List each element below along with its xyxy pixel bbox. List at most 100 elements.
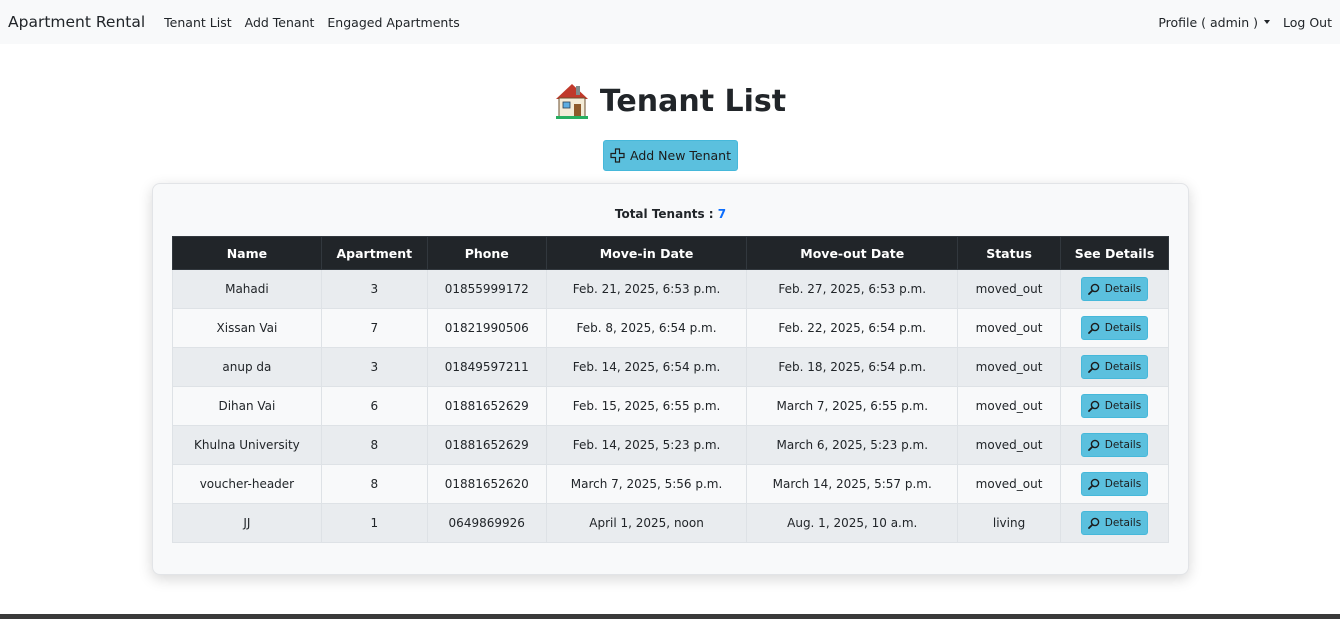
magnifier-icon <box>1087 517 1100 529</box>
nav-link-tenant-list[interactable]: Tenant List <box>164 15 231 30</box>
cell-name: anup da <box>172 347 322 387</box>
cell-move-in: Feb. 14, 2025, 5:23 p.m. <box>545 425 748 465</box>
cell-move-in: Feb. 21, 2025, 6:53 p.m. <box>545 269 748 309</box>
cell-move-out: Aug. 1, 2025, 10 a.m. <box>746 503 959 543</box>
details-label: Details <box>1104 322 1142 334</box>
tenant-card: Total Tenants : 7 Name Apartment Phone M… <box>152 183 1189 575</box>
details-button[interactable]: Details <box>1081 472 1148 496</box>
details-button[interactable]: Details <box>1081 433 1148 457</box>
table-row: Xissan Vai 7 01821990506 Feb. 8, 2025, 6… <box>172 308 1169 348</box>
profile-dropdown[interactable]: Profile ( admin ) <box>1158 14 1271 30</box>
details-button[interactable]: Details <box>1081 511 1148 535</box>
cell-apartment: 8 <box>320 425 428 465</box>
magnifier-icon <box>1087 400 1100 412</box>
cell-details: Details <box>1060 269 1169 309</box>
cell-move-in: March 7, 2025, 5:56 p.m. <box>545 464 748 504</box>
table-row: Khulna University 8 01881652629 Feb. 14,… <box>172 425 1169 465</box>
total-tenants-count: 7 <box>717 207 727 221</box>
header-move-out-date: Move-out Date <box>746 236 959 270</box>
header-apartment: Apartment <box>320 236 428 270</box>
details-button[interactable]: Details <box>1081 355 1148 379</box>
details-label: Details <box>1104 400 1142 412</box>
details-label: Details <box>1104 439 1142 451</box>
cell-name: Dihan Vai <box>172 386 322 426</box>
cell-status: moved_out <box>957 347 1062 387</box>
bottom-edge <box>0 614 1340 619</box>
details-label: Details <box>1104 478 1142 490</box>
cell-apartment: 7 <box>320 308 428 348</box>
magnifier-icon <box>1087 478 1100 490</box>
cell-phone: 0649869926 <box>426 503 547 543</box>
nav-link-engaged-apartments[interactable]: Engaged Apartments <box>327 15 459 30</box>
nav-right: Profile ( admin ) Log Out <box>1158 15 1332 30</box>
total-tenants-label: Total Tenants : <box>614 207 714 221</box>
table-row: Dihan Vai 6 01881652629 Feb. 15, 2025, 6… <box>172 386 1169 426</box>
header-name: Name <box>172 236 322 270</box>
add-new-tenant-label: Add New Tenant <box>629 148 732 163</box>
table-row: JJ 1 0649869926 April 1, 2025, noon Aug.… <box>172 503 1169 543</box>
nav-link-add-tenant[interactable]: Add Tenant <box>245 15 315 30</box>
cell-status: living <box>957 503 1062 543</box>
magnifier-icon <box>1087 439 1100 451</box>
details-label: Details <box>1104 517 1142 529</box>
caret-down-icon <box>1264 20 1271 24</box>
brand-link[interactable]: Apartment Rental <box>8 13 145 31</box>
cell-details: Details <box>1060 464 1169 504</box>
magnifier-icon <box>1087 322 1100 334</box>
cell-name: voucher-header <box>172 464 322 504</box>
cell-details: Details <box>1060 425 1169 465</box>
header-phone: Phone <box>426 236 547 270</box>
details-button[interactable]: Details <box>1081 316 1148 340</box>
house-icon <box>555 84 588 119</box>
table-row: Mahadi 3 01855999172 Feb. 21, 2025, 6:53… <box>172 269 1169 309</box>
cell-move-out: March 14, 2025, 5:57 p.m. <box>746 464 959 504</box>
cell-phone: 01849597211 <box>426 347 547 387</box>
profile-label: Profile ( admin ) <box>1158 14 1259 30</box>
cell-status: moved_out <box>957 308 1062 348</box>
add-new-tenant-button[interactable]: Add New Tenant <box>603 140 738 171</box>
table-header-row: Name Apartment Phone Move-in Date Move-o… <box>172 236 1169 270</box>
cell-move-out: Feb. 22, 2025, 6:54 p.m. <box>746 308 959 348</box>
cell-name: JJ <box>172 503 322 543</box>
logout-link[interactable]: Log Out <box>1283 15 1332 30</box>
plus-icon <box>610 148 625 163</box>
cell-details: Details <box>1060 308 1169 348</box>
cell-name: Mahadi <box>172 269 322 309</box>
navbar: Apartment Rental Tenant List Add Tenant … <box>0 0 1340 44</box>
page-title: Tenant List <box>599 83 787 119</box>
details-label: Details <box>1104 283 1142 295</box>
cell-details: Details <box>1060 386 1169 426</box>
cell-move-in: April 1, 2025, noon <box>545 503 748 543</box>
cell-name: Khulna University <box>172 425 322 465</box>
cell-status: moved_out <box>957 386 1062 426</box>
details-button[interactable]: Details <box>1081 394 1148 418</box>
cell-phone: 01881652620 <box>426 464 547 504</box>
cell-details: Details <box>1060 347 1169 387</box>
magnifier-icon <box>1087 361 1100 373</box>
header-move-in-date: Move-in Date <box>545 236 748 270</box>
tenant-table: Name Apartment Phone Move-in Date Move-o… <box>172 236 1169 543</box>
cell-phone: 01881652629 <box>426 386 547 426</box>
cell-status: moved_out <box>957 464 1062 504</box>
cell-details: Details <box>1060 503 1169 543</box>
cell-apartment: 8 <box>320 464 428 504</box>
magnifier-icon <box>1087 283 1100 295</box>
cell-status: moved_out <box>957 269 1062 309</box>
header-see-details: See Details <box>1060 236 1169 270</box>
cell-phone: 01855999172 <box>426 269 547 309</box>
cell-apartment: 3 <box>320 347 428 387</box>
header-status: Status <box>957 236 1062 270</box>
cell-status: moved_out <box>957 425 1062 465</box>
cell-move-in: Feb. 15, 2025, 6:55 p.m. <box>545 386 748 426</box>
cell-move-out: March 7, 2025, 6:55 p.m. <box>746 386 959 426</box>
cell-apartment: 6 <box>320 386 428 426</box>
page-header: Tenant List <box>0 82 1340 120</box>
table-row: voucher-header 8 01881652620 March 7, 20… <box>172 464 1169 504</box>
cell-move-out: Feb. 27, 2025, 6:53 p.m. <box>746 269 959 309</box>
cell-move-out: Feb. 18, 2025, 6:54 p.m. <box>746 347 959 387</box>
cell-move-in: Feb. 8, 2025, 6:54 p.m. <box>545 308 748 348</box>
details-label: Details <box>1104 361 1142 373</box>
cell-apartment: 1 <box>320 503 428 543</box>
details-button[interactable]: Details <box>1081 277 1148 301</box>
cell-name: Xissan Vai <box>172 308 322 348</box>
